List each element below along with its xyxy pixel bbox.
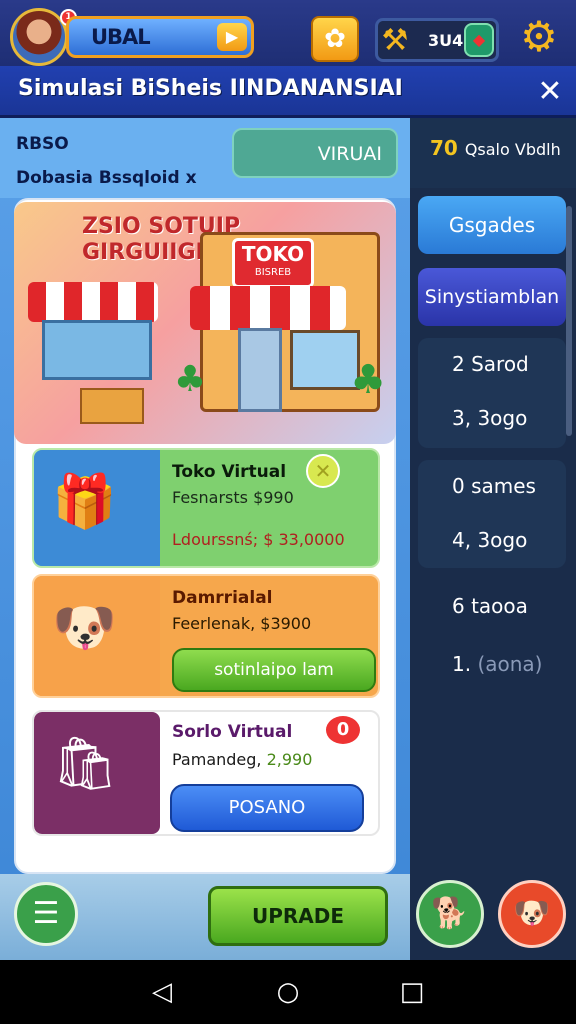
plant-icon: ♣ xyxy=(350,357,386,403)
card-price: Fesnarsts $990 xyxy=(172,488,294,507)
store-sign-text: TOKO xyxy=(241,242,305,266)
page-title: Simulasi BiSheis IINDANANSIAI xyxy=(18,76,403,101)
sidebar-button-gsgades[interactable]: Gsgades xyxy=(418,196,566,254)
info-line-2-suffix[interactable]: x xyxy=(186,168,197,188)
dog-icon[interactable]: 🐕 xyxy=(416,880,484,948)
awning-left xyxy=(28,282,158,322)
document-icon[interactable]: ☰ xyxy=(14,882,78,946)
home-icon[interactable]: ○ xyxy=(268,974,308,1010)
card-sorlo-virtual[interactable]: 🛍 Sorlo Virtual Pamandeg, 2,990 0 POSANO xyxy=(32,710,380,836)
gift-box-icon: 🎁 xyxy=(52,472,117,532)
sidebar-row: 0 sames xyxy=(452,474,536,498)
sidebar-row[interactable]: 6 taooa xyxy=(452,594,528,618)
info-line-2: Dobasia Bssqloid x xyxy=(16,168,197,188)
dog-gifts-icon: 🐶 xyxy=(52,598,117,658)
card-action-label: POSANO xyxy=(228,797,306,818)
card-image: 🛍 xyxy=(34,712,160,834)
sidebar-scrollbar[interactable] xyxy=(566,206,572,436)
recents-icon[interactable]: □ xyxy=(392,974,432,1010)
player-name: UBAL xyxy=(91,25,151,49)
card-action-button[interactable]: sotinlaipo lam xyxy=(172,648,376,692)
shopping-bag-icon: 🛍 xyxy=(52,734,119,794)
sidebar-row[interactable]: 1. (aona) xyxy=(452,652,542,676)
player-name-pill[interactable]: UBAL ▶ xyxy=(66,16,254,58)
upgrade-button[interactable]: UPRADE xyxy=(208,886,388,946)
info-line-2-text: Dobasia Bssqloid xyxy=(16,168,180,188)
card-action-label: sotinlaipo lam xyxy=(214,660,334,680)
resource-value: 3U4 xyxy=(428,31,464,50)
flag-icon[interactable]: ▶ xyxy=(217,23,247,51)
trophy-icon[interactable]: ✿ xyxy=(311,16,359,62)
info-line-1: RBSO xyxy=(16,134,69,154)
sidebar-row-number: 1. xyxy=(452,652,472,676)
card-toko-virtual[interactable]: 🎁 Toko Virtual Fesnarsts $990 Ldourssnś;… xyxy=(32,448,380,568)
plant-icon: ♣ xyxy=(173,359,207,400)
card-price: Pamandeg, 2,990 xyxy=(172,750,312,769)
sidebar-row-text: (aona) xyxy=(477,652,543,676)
sidebar-group[interactable]: 0 sames 4, 3ogo xyxy=(418,460,566,568)
store-sign: TOKO BISREB xyxy=(232,238,314,288)
card-title: Damrrialal xyxy=(172,588,273,608)
sidebar-header-label: Qsalo Vbdlh xyxy=(464,140,561,159)
card-image: 🎁 xyxy=(34,450,160,566)
store-door xyxy=(238,328,282,412)
card-title: Sorlo Virtual xyxy=(172,722,293,742)
sidebar-row: 3, 3ogo xyxy=(452,406,528,430)
sidebar-header-value: 70 xyxy=(430,136,458,160)
card-price-label: Pamandeg, xyxy=(172,750,262,769)
sidebar-row: 2 Sarod xyxy=(452,352,529,376)
card-price-value: 2,990 xyxy=(266,750,313,769)
sidebar-group[interactable]: 2 Sarod 3, 3ogo xyxy=(418,338,566,448)
awning-right xyxy=(190,286,346,330)
shop-shelf xyxy=(42,320,152,380)
back-icon[interactable]: ◁ xyxy=(142,974,182,1010)
boxes-icon xyxy=(80,388,144,424)
close-icon[interactable]: ✕ xyxy=(306,454,340,488)
card-title: Toko Virtual xyxy=(172,462,287,482)
card-income: Ldourssnś; $ 33,0000 xyxy=(172,530,345,549)
resource-pill[interactable]: ⚒ 3U4 ◆ xyxy=(375,18,499,62)
virtual-tab[interactable]: VIRUAI xyxy=(232,128,398,178)
virtual-tab-label: VIRUAI xyxy=(317,143,382,165)
card-action-button[interactable]: POSANO xyxy=(170,784,364,832)
sidebar-button-sinystiamblan[interactable]: Sinystiamblan xyxy=(418,268,566,326)
hero-title-line-2: GIRGUIIGN xyxy=(82,240,214,265)
card-image: 🐶 xyxy=(34,576,160,696)
card-price: Feerlenak, $3900 xyxy=(172,614,312,633)
gem-icon: ◆ xyxy=(464,23,494,57)
gear-icon[interactable]: ⚙ xyxy=(516,14,562,60)
sidebar-title: 70 Qsalo Vbdlh xyxy=(430,136,561,160)
pet-icon[interactable]: 🐶 xyxy=(498,880,566,948)
card-badge[interactable]: 0 xyxy=(324,714,362,746)
card-damrrialal[interactable]: 🐶 Damrrialal Feerlenak, $3900 sotinlaipo… xyxy=(32,574,380,698)
close-icon[interactable]: ✕ xyxy=(532,74,568,110)
sidebar-row: 4, 3ogo xyxy=(452,528,528,552)
hammer-icon: ⚒ xyxy=(381,23,409,58)
store-sign-subtext: BISREB xyxy=(254,267,292,278)
